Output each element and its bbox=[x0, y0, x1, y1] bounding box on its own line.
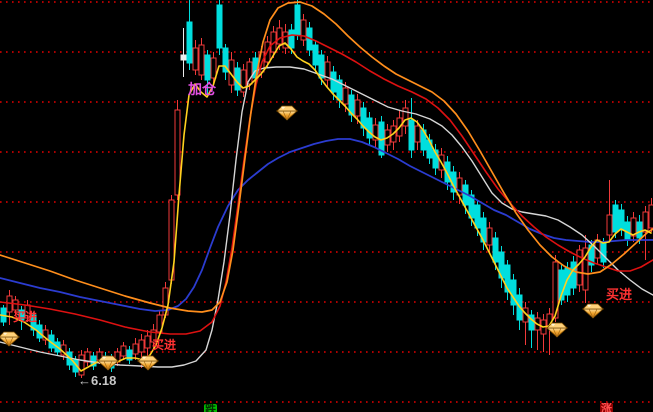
candle bbox=[577, 245, 582, 292]
candle bbox=[121, 342, 126, 360]
candle bbox=[505, 260, 510, 300]
candle bbox=[7, 290, 12, 325]
candle bbox=[301, 14, 306, 46]
candle bbox=[373, 118, 378, 148]
buy-signal-diamond-icon bbox=[583, 304, 603, 318]
candle bbox=[25, 300, 30, 322]
candle bbox=[19, 306, 24, 330]
candle bbox=[349, 90, 354, 122]
candle bbox=[619, 204, 624, 236]
candle bbox=[649, 198, 653, 232]
candle bbox=[571, 256, 576, 295]
candle bbox=[193, 40, 198, 75]
candle bbox=[541, 314, 546, 352]
candle bbox=[127, 346, 132, 364]
candle bbox=[133, 338, 138, 360]
ma-fast-yellow bbox=[0, 43, 651, 371]
candle bbox=[205, 50, 210, 95]
candle bbox=[607, 180, 612, 240]
candle bbox=[241, 64, 246, 97]
candle bbox=[325, 56, 330, 88]
candle bbox=[583, 235, 588, 303]
candle bbox=[151, 324, 156, 348]
candle bbox=[295, 0, 300, 40]
candle bbox=[523, 302, 528, 345]
candle bbox=[367, 112, 372, 146]
candle bbox=[223, 44, 228, 80]
buy-signal-diamond-icon bbox=[0, 332, 19, 346]
candle bbox=[79, 350, 84, 378]
candle bbox=[85, 348, 90, 366]
candle bbox=[361, 102, 366, 136]
candle bbox=[535, 312, 540, 350]
candle bbox=[187, 0, 192, 70]
candle bbox=[199, 38, 204, 80]
candle bbox=[91, 352, 96, 370]
candle bbox=[31, 312, 36, 336]
candle bbox=[409, 98, 414, 158]
candle bbox=[13, 296, 18, 315]
candle bbox=[43, 325, 48, 345]
candlestick-chart[interactable] bbox=[0, 0, 653, 412]
candle bbox=[313, 40, 318, 72]
candle bbox=[217, 0, 222, 55]
buy-signal-diamonds bbox=[0, 106, 603, 370]
candle bbox=[283, 24, 288, 54]
buy-signal-diamond-icon bbox=[277, 106, 297, 120]
moving-average-lines bbox=[0, 2, 653, 371]
candle bbox=[529, 310, 534, 348]
candle bbox=[181, 28, 186, 77]
candles bbox=[1, 0, 653, 378]
stock-chart-panel[interactable]: 加仓买进买进买进←6.18跌涨 bbox=[0, 0, 653, 412]
buy-signal-diamond-icon bbox=[98, 356, 118, 370]
candle bbox=[403, 100, 408, 134]
candle bbox=[631, 212, 636, 242]
